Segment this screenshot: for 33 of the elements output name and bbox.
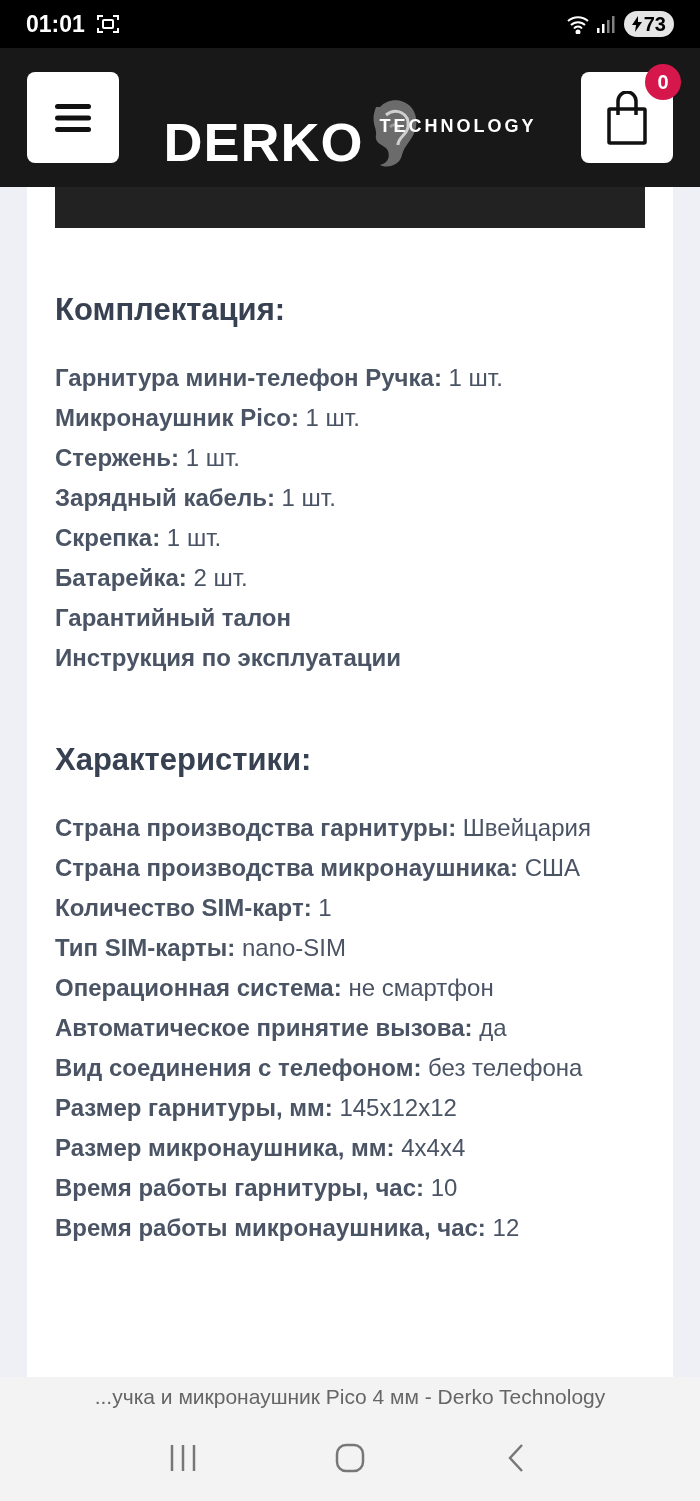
menu-button[interactable] — [27, 72, 119, 163]
spec-line: Зарядный кабель: 1 шт. — [55, 483, 337, 513]
spec-line: Страна производства гарнитуры: Швейцария — [55, 813, 592, 843]
screenshot-icon — [96, 14, 119, 34]
spec-line: Стержень: 1 шт. — [55, 443, 241, 473]
spec-line: Инструкция по эксплуатации — [55, 643, 403, 673]
section-heading: Комплектация: — [55, 291, 287, 329]
battery-indicator: 73 — [623, 11, 674, 37]
signal-icon — [595, 14, 616, 34]
home-icon[interactable] — [335, 1442, 365, 1473]
menu-icon — [55, 103, 91, 132]
spec-line: Вид соединения с телефоном: без телефона — [55, 1053, 584, 1083]
cart-count-badge: 0 — [645, 64, 681, 100]
spec-line: Гарнитура мини-телефон Ручка: 1 шт. — [55, 363, 504, 393]
section-heading: Характеристики: — [55, 741, 313, 779]
cart-button[interactable] — [581, 72, 673, 163]
spec-line: Время работы микронаушника, час: 12 — [55, 1213, 521, 1243]
spec-line: Тип SIM-карты: nano-SIM — [55, 933, 347, 963]
status-time: 01:01 — [26, 9, 85, 39]
spec-line: Страна производства микронаушника: США — [55, 853, 581, 883]
spec-line: Батарейка: 2 шт. — [55, 563, 249, 593]
spec-line: Автоматическое принятие вызова: да — [55, 1013, 508, 1043]
spec-line: Время работы гарнитуры, час: 10 — [55, 1173, 459, 1203]
page-title: ...учка и микронаушник Pico 4 мм - Derko Technology — [94, 1384, 606, 1410]
spec-line: Скрепка: 1 шт. — [55, 523, 223, 553]
logo-wordmark: DERKO — [163, 114, 364, 169]
shopping-bag-icon — [606, 90, 648, 145]
spec-line: Количество SIM-карт: 1 — [55, 893, 333, 923]
spec-line: Размер гарнитуры, мм: 145x12x12 — [55, 1093, 458, 1123]
spec-line: Размер микронаушника, мм: 4x4x4 — [55, 1133, 467, 1163]
spec-line: Микронаушник Pico: 1 шт. — [55, 403, 361, 433]
spec-line: Операционная система: не смартфон — [55, 973, 495, 1003]
spec-line: Гарантийный талон — [55, 603, 292, 633]
